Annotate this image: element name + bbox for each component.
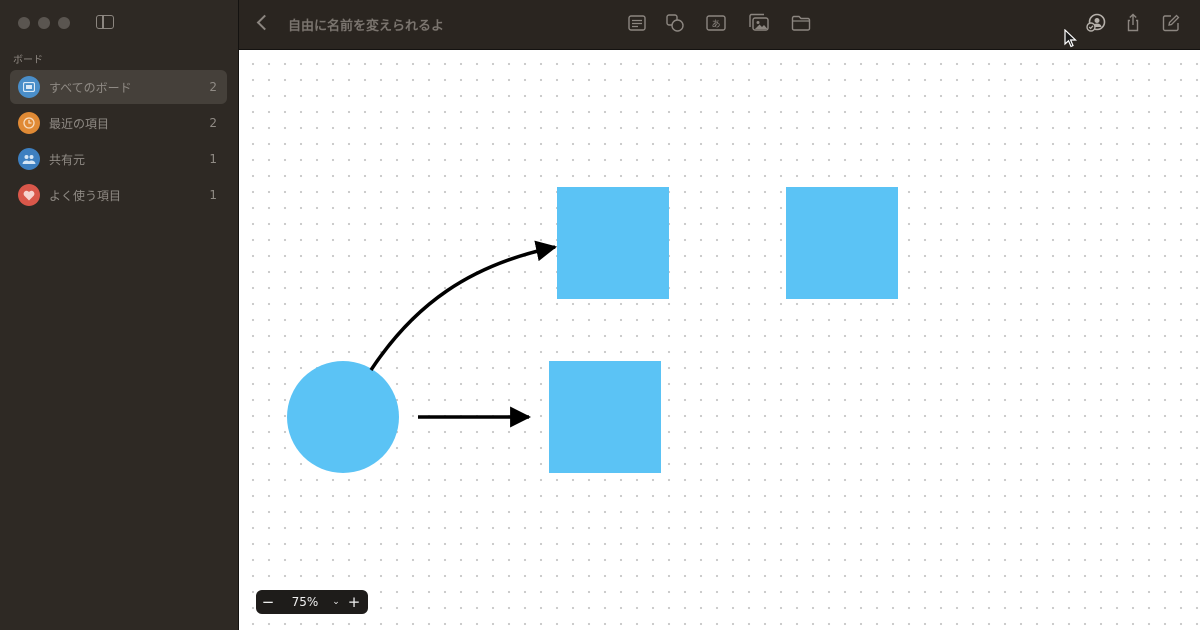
minimize-window-button[interactable] <box>38 17 50 29</box>
sidebar-item-count: 1 <box>209 152 217 166</box>
zoom-window-button[interactable] <box>58 17 70 29</box>
circle-shape[interactable] <box>287 361 399 473</box>
collaborate-icon[interactable] <box>1085 12 1107 34</box>
sidebar-item-all-boards[interactable]: すべてのボード 2 <box>10 70 227 104</box>
canvas-drawing <box>287 187 898 473</box>
sidebar-section-label: ボード <box>13 55 43 66</box>
board-title[interactable]: 自由に名前を変えられるよ <box>288 15 444 34</box>
text-box-icon[interactable]: あ <box>705 12 727 34</box>
square-shape-bottom[interactable] <box>549 361 661 473</box>
sticky-note-icon[interactable] <box>626 12 648 34</box>
zoom-in-button[interactable]: + <box>342 590 366 614</box>
zoom-dropdown-icon[interactable]: ⌄ <box>330 597 342 607</box>
zoom-control: − 75% ⌄ + <box>256 590 368 614</box>
close-window-button[interactable] <box>18 17 30 29</box>
compose-icon[interactable] <box>1160 12 1182 34</box>
share-icon[interactable] <box>1122 12 1144 34</box>
media-icon[interactable] <box>748 12 770 34</box>
folder-icon[interactable] <box>790 12 812 34</box>
clock-icon <box>18 112 40 134</box>
shapes-icon[interactable] <box>664 12 686 34</box>
curved-connector-arrow[interactable] <box>369 240 558 371</box>
sidebar-item-favorites[interactable]: よく使う項目 1 <box>10 178 227 212</box>
sidebar-item-label: すべてのボード <box>49 80 132 95</box>
sidebar-item-label: 共有元 <box>49 152 86 167</box>
back-chevron-icon[interactable] <box>256 14 273 31</box>
window-controls <box>18 17 70 29</box>
square-shape-top-right[interactable] <box>786 187 898 299</box>
sidebar-item-count: 2 <box>209 116 217 130</box>
square-shape-top-left[interactable] <box>557 187 669 299</box>
sidebar-toggle-icon[interactable] <box>96 15 114 29</box>
sidebar-item-label: よく使う項目 <box>49 188 122 203</box>
sidebar-item-label: 最近の項目 <box>49 116 110 131</box>
svg-text:あ: あ <box>711 19 720 30</box>
people-icon <box>18 148 40 170</box>
sidebar-list: すべてのボード 2 最近の項目 2 共有元 1 よく使う項目 1 <box>10 70 227 214</box>
sidebar-item-shared[interactable]: 共有元 1 <box>10 142 227 176</box>
sidebar: ボード すべてのボード 2 最近の項目 2 共有元 1 よく使う項目 1 <box>0 0 239 630</box>
zoom-out-button[interactable]: − <box>256 590 280 614</box>
mouse-cursor-icon <box>1064 28 1078 53</box>
boards-icon <box>18 76 40 98</box>
sidebar-item-count: 2 <box>209 80 217 94</box>
sidebar-item-count: 1 <box>209 188 217 202</box>
sidebar-item-recent[interactable]: 最近の項目 2 <box>10 106 227 140</box>
board-canvas[interactable] <box>239 50 1200 630</box>
zoom-level[interactable]: 75% <box>280 595 330 609</box>
heart-icon <box>18 184 40 206</box>
titlebar: 自由に名前を変えられるよ あ <box>239 0 1200 50</box>
